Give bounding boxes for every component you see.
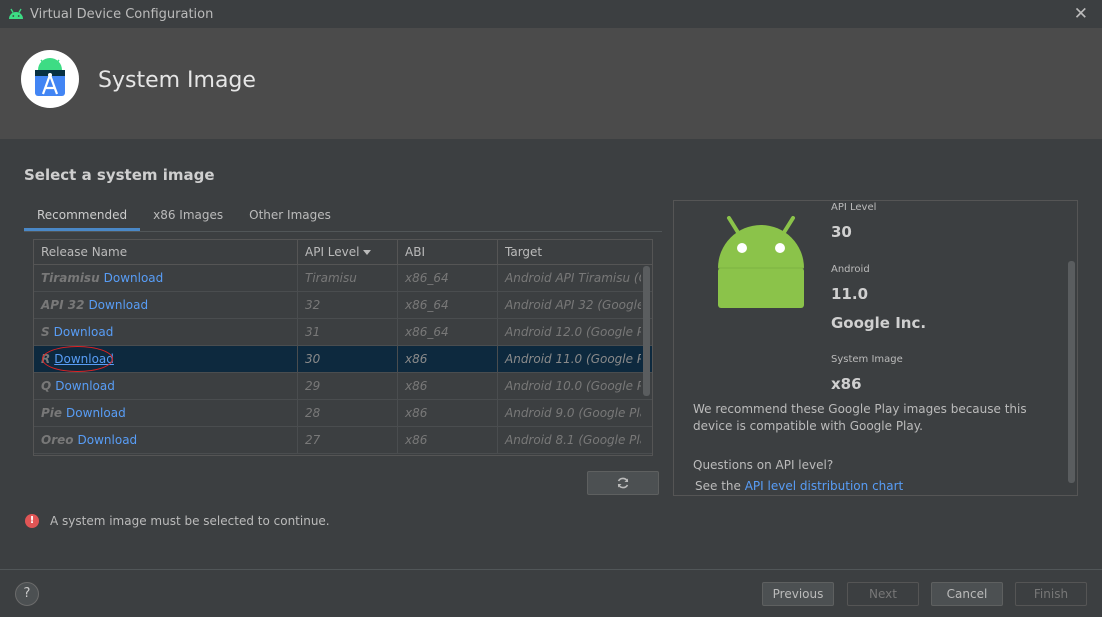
download-link[interactable]: Download: [104, 271, 164, 285]
api-level-label: API Level: [831, 202, 877, 213]
tab-other-images[interactable]: Other Images: [236, 200, 344, 231]
table-row[interactable]: Oreo Download 27 x86 Android 8.1 (Google …: [34, 427, 652, 454]
wizard-header: System Image: [0, 28, 1102, 139]
download-link[interactable]: Download: [88, 298, 148, 312]
abi-cell: x86: [398, 400, 498, 427]
api-level-value: 30: [831, 223, 852, 241]
column-header-release-name[interactable]: Release Name: [34, 240, 298, 265]
api-question-text: Questions on API level?: [693, 458, 834, 472]
target-cell: Android API Tiramisu (Go: [505, 271, 641, 285]
android-label: Android: [831, 264, 870, 275]
title-bar: Virtual Device Configuration ✕: [0, 0, 1102, 28]
error-icon: !: [25, 514, 39, 528]
see-the-text: See the: [695, 479, 745, 493]
download-link[interactable]: Download: [66, 406, 126, 420]
table-scrollbar[interactable]: [643, 266, 650, 396]
release-name-cell: Oreo Download: [34, 427, 298, 454]
system-image-label: System Image: [831, 354, 903, 365]
column-header-target[interactable]: Target: [498, 240, 641, 265]
table-row[interactable]: S Download 31 x86_64 Android 12.0 (Google…: [34, 319, 652, 346]
image-tabs: Recommended x86 Images Other Images: [24, 200, 662, 232]
table-row[interactable]: API 32 Download 32 x86_64 Android API 32 …: [34, 292, 652, 319]
table-row[interactable]: Tiramisu Download Tiramisu x86_64 Android…: [34, 265, 652, 292]
see-link-line: See the API level distribution chart: [695, 478, 1055, 495]
release-name: S: [41, 325, 50, 339]
api-level-cell: 29: [298, 373, 398, 400]
release-name-cell: R Download: [34, 346, 298, 373]
abi-cell: x86: [398, 427, 498, 454]
abi-cell: x86_64: [398, 292, 498, 319]
target-cell: Android 9.0 (Google Play: [505, 406, 641, 420]
column-header-api-level[interactable]: API Level: [298, 240, 398, 265]
next-button[interactable]: Next: [847, 582, 919, 606]
image-details-panel: API Level 30 Android 11.0 Google Inc. Sy…: [673, 200, 1078, 496]
api-level-cell: 30: [298, 346, 398, 373]
release-name: R: [41, 352, 51, 366]
section-title: Select a system image: [24, 166, 215, 184]
api-level-cell: 31: [298, 319, 398, 346]
table-header: Release Name API Level ABI Target: [34, 240, 652, 265]
release-name: Tiramisu: [41, 271, 100, 285]
release-name: API 32: [41, 298, 85, 312]
target-cell: Android 10.0 (Google Pla: [505, 379, 641, 393]
vendor-value: Google Inc.: [831, 314, 927, 332]
target-cell: Android 8.1 (Google Play: [505, 433, 641, 447]
download-link[interactable]: Download: [78, 433, 138, 447]
abi-cell: x86_64: [398, 319, 498, 346]
tab-recommended[interactable]: Recommended: [24, 200, 141, 231]
release-name-cell: Q Download: [34, 373, 298, 400]
release-name: Q: [41, 379, 52, 393]
abi-cell: x86_64: [398, 265, 498, 292]
system-image-value: x86: [831, 375, 862, 393]
android-studio-logo: [21, 50, 79, 108]
recommendation-text: We recommend these Google Play images be…: [693, 402, 1027, 433]
column-header-abi[interactable]: ABI: [398, 240, 498, 265]
validation-error: ! A system image must be selected to con…: [25, 514, 330, 528]
window-title: Virtual Device Configuration: [30, 6, 214, 22]
finish-button[interactable]: Finish: [1015, 582, 1087, 606]
table-row[interactable]: Pie Download 28 x86 Android 9.0 (Google P…: [34, 400, 652, 427]
help-button[interactable]: ?: [15, 582, 39, 606]
abi-cell: x86: [398, 346, 498, 373]
release-name-cell: S Download: [34, 319, 298, 346]
details-scrollbar[interactable]: [1068, 261, 1075, 483]
download-link[interactable]: Download: [54, 352, 114, 366]
target-cell: Android 11.0 (Google Pla: [505, 352, 641, 366]
api-level-cell: 27: [298, 427, 398, 454]
previous-button[interactable]: Previous: [762, 582, 834, 606]
table-row[interactable]: Q Download 29 x86 Android 10.0 (Google Pl…: [34, 373, 652, 400]
column-header-label: API Level: [305, 245, 360, 259]
refresh-icon: [617, 477, 629, 489]
android-studio-icon: [35, 58, 65, 96]
page-title: System Image: [98, 68, 256, 93]
tab-x86-images[interactable]: x86 Images: [140, 200, 236, 231]
download-link[interactable]: Download: [54, 325, 114, 339]
abi-cell: x86: [398, 373, 498, 400]
download-link[interactable]: Download: [55, 379, 115, 393]
system-image-table: Release Name API Level ABI Target Tirami…: [33, 239, 653, 456]
release-name: Pie: [41, 406, 63, 420]
api-distribution-link[interactable]: API level distribution chart: [745, 479, 904, 493]
refresh-button[interactable]: [587, 471, 659, 495]
footer-divider: [0, 569, 1102, 570]
android-version-value: 11.0: [831, 285, 869, 303]
release-name-cell: Tiramisu Download: [34, 265, 298, 292]
error-message: A system image must be selected to conti…: [50, 514, 330, 528]
cancel-button[interactable]: Cancel: [931, 582, 1003, 606]
api-level-cell: Tiramisu: [298, 265, 398, 292]
target-cell: Android 12.0 (Google Pla: [505, 325, 641, 339]
api-level-cell: 32: [298, 292, 398, 319]
api-level-cell: 28: [298, 400, 398, 427]
android-icon: [9, 8, 23, 19]
release-name: Oreo: [41, 433, 74, 447]
close-icon[interactable]: ✕: [1074, 4, 1088, 24]
target-cell: Android API 32 (Google P: [505, 298, 641, 312]
release-name-cell: Pie Download: [34, 400, 298, 427]
table-row-selected[interactable]: R Download 30 x86 Android 11.0 (Google Pl…: [34, 346, 652, 373]
android-robot-icon: [718, 216, 804, 308]
release-name-cell: API 32 Download: [34, 292, 298, 319]
sort-descending-icon: [363, 250, 371, 255]
